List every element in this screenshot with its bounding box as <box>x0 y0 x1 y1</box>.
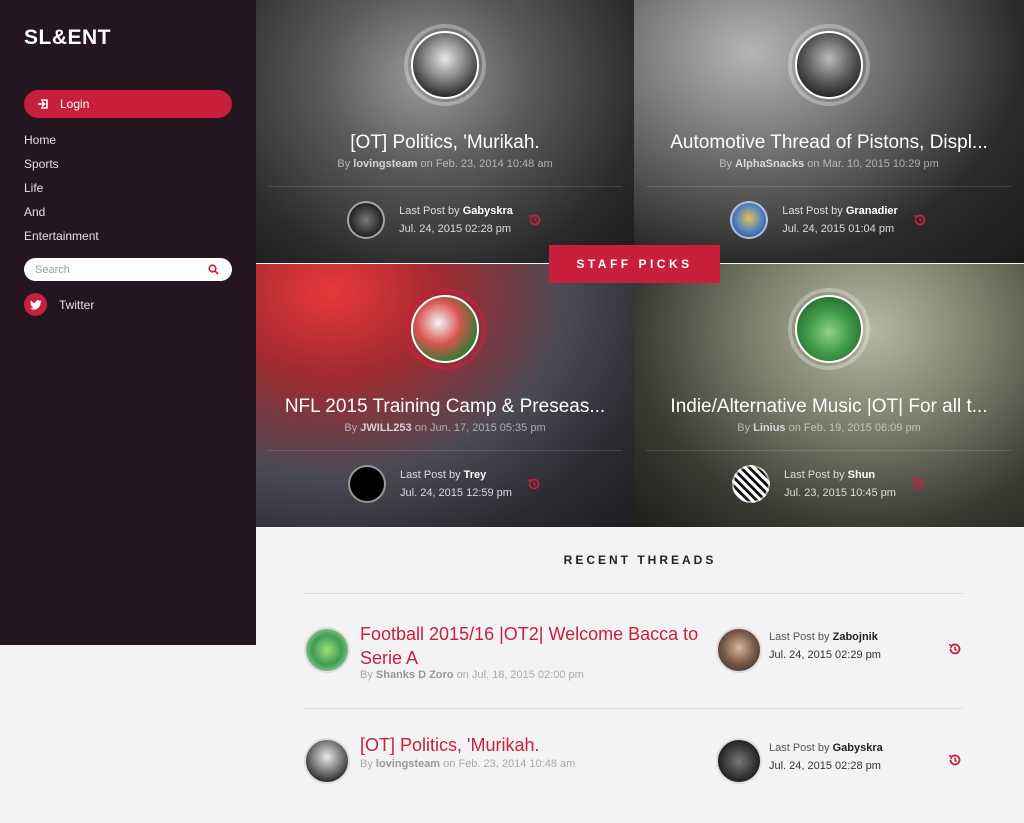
history-icon[interactable] <box>912 212 928 228</box>
thread-author[interactable]: JWILL253 <box>360 422 411 434</box>
thread-byline: By lovingsteam on Feb. 23, 2014 10:48 am <box>360 758 576 770</box>
thread-avatar <box>788 288 870 370</box>
thread-title[interactable]: [OT] Politics, 'Murikah. <box>256 132 634 154</box>
thread-date: Feb. 19, 2015 06:09 pm <box>803 422 921 434</box>
main-nav: Home Sports Life And Entertainment <box>24 132 99 252</box>
last-post-info: Last Post by Zabojnik Jul. 24, 2015 02:2… <box>769 628 881 664</box>
divider <box>646 186 1012 187</box>
last-post-user[interactable]: Shun <box>848 469 876 481</box>
thread-author[interactable]: Shanks D Zoro <box>376 669 454 681</box>
last-post-avatar[interactable] <box>347 201 386 239</box>
history-icon[interactable] <box>527 212 543 228</box>
last-post-user[interactable]: Granadier <box>846 205 898 217</box>
thread-avatar <box>788 24 870 106</box>
last-post-date: Jul. 23, 2015 10:45 pm <box>784 487 896 499</box>
staff-pick-card[interactable]: [OT] Politics, 'Murikah. By lovingsteam … <box>256 0 634 263</box>
nav-item-life[interactable]: Life <box>24 180 99 204</box>
thread-avatar[interactable] <box>304 738 350 784</box>
divider <box>304 593 963 594</box>
last-post-user[interactable]: Trey <box>464 469 487 481</box>
thread-byline: By JWILL253 on Jun. 17, 2015 05:35 pm <box>344 422 546 434</box>
thread-title[interactable]: Football 2015/16 |OT2| Welcome Bacca to … <box>360 622 710 670</box>
login-label: Login <box>60 97 90 111</box>
last-post-user[interactable]: Gabyskra <box>463 205 513 217</box>
thread-date: Feb. 23, 2014 10:48 am <box>458 758 576 770</box>
thread-date: Jun. 17, 2015 05:35 pm <box>430 422 546 434</box>
thread-byline: By Linius on Feb. 19, 2015 06:09 pm <box>737 422 921 434</box>
history-icon[interactable] <box>526 476 542 492</box>
search-box <box>24 258 232 281</box>
thread-author[interactable]: lovingsteam <box>353 158 417 170</box>
staff-pick-card[interactable]: Automotive Thread of Pistons, Displ... B… <box>634 0 1024 263</box>
last-post-info: Last Post by Granadier Jul. 24, 2015 01:… <box>782 202 898 238</box>
last-post-user[interactable]: Gabyskra <box>833 742 883 754</box>
sidebar: SL&ENT Login Home Sports Life And Entert… <box>0 0 256 645</box>
last-post-info: Last Post by Trey Jul. 24, 2015 12:59 pm <box>400 466 512 502</box>
last-post-date: Jul. 24, 2015 02:29 pm <box>769 649 881 661</box>
thread-author[interactable]: lovingsteam <box>376 758 440 770</box>
site-logo[interactable]: SL&ENT <box>24 26 111 50</box>
thread-date: Jul. 18, 2015 02:00 pm <box>471 669 584 681</box>
divider <box>268 186 622 187</box>
last-post-info: Last Post by Shun Jul. 23, 2015 10:45 pm <box>784 466 896 502</box>
divider <box>304 708 963 709</box>
last-post-avatar[interactable] <box>348 465 387 503</box>
thread-avatar <box>404 24 486 106</box>
nav-item-home[interactable]: Home <box>24 132 99 156</box>
thread-avatar <box>404 288 486 370</box>
history-icon[interactable] <box>910 476 926 492</box>
thread-byline: By Shanks D Zoro on Jul. 18, 2015 02:00 … <box>360 669 584 681</box>
last-post-user[interactable]: Zabojnik <box>833 631 878 643</box>
nav-item-and[interactable]: And <box>24 204 99 228</box>
thread-row: [OT] Politics, 'Murikah. By lovingsteam … <box>304 733 963 823</box>
twitter-link[interactable]: Twitter <box>24 293 94 316</box>
last-post-avatar[interactable] <box>716 627 762 673</box>
thread-row: Football 2015/16 |OT2| Welcome Bacca to … <box>304 622 963 712</box>
last-post: Last Post by Shun Jul. 23, 2015 10:45 pm <box>634 464 1024 504</box>
divider <box>646 450 1012 451</box>
thread-date: Feb. 23, 2014 10:48 am <box>435 158 553 170</box>
sign-in-icon <box>36 97 50 111</box>
last-post-avatar[interactable] <box>732 465 771 503</box>
staff-pick-card[interactable]: NFL 2015 Training Camp & Preseas... By J… <box>256 264 634 527</box>
staff-picks-label: STAFF PICKS <box>549 245 720 283</box>
thread-author[interactable]: AlphaSnacks <box>735 158 804 170</box>
thread-title[interactable]: [OT] Politics, 'Murikah. <box>360 733 710 757</box>
last-post-info: Last Post by Gabyskra Jul. 24, 2015 02:2… <box>399 202 513 238</box>
search-input[interactable] <box>33 262 202 277</box>
last-post-date: Jul. 24, 2015 01:04 pm <box>782 223 895 235</box>
twitter-label: Twitter <box>59 297 95 312</box>
last-post-date: Jul. 24, 2015 02:28 pm <box>769 760 881 772</box>
last-post-info: Last Post by Gabyskra Jul. 24, 2015 02:2… <box>769 739 883 775</box>
last-post-avatar[interactable] <box>730 201 769 239</box>
twitter-icon <box>24 293 47 316</box>
last-post: Last Post by Trey Jul. 24, 2015 12:59 pm <box>256 464 634 504</box>
thread-title[interactable]: NFL 2015 Training Camp & Preseas... <box>256 396 634 418</box>
last-post: Last Post by Gabyskra Jul. 24, 2015 02:2… <box>256 200 634 240</box>
history-icon[interactable] <box>947 641 963 657</box>
last-post-date: Jul. 24, 2015 02:28 pm <box>399 223 512 235</box>
thread-byline: By lovingsteam on Feb. 23, 2014 10:48 am <box>337 158 553 170</box>
thread-title[interactable]: Automotive Thread of Pistons, Displ... <box>634 132 1024 154</box>
nav-item-entertainment[interactable]: Entertainment <box>24 228 99 252</box>
thread-date: Mar. 10, 2015 10:29 pm <box>822 158 939 170</box>
login-button[interactable]: Login <box>24 90 232 118</box>
thread-author[interactable]: Linius <box>753 422 785 434</box>
recent-threads-heading: RECENT THREADS <box>563 553 717 567</box>
last-post-avatar[interactable] <box>716 738 762 784</box>
search-icon[interactable] <box>206 263 220 277</box>
thread-avatar[interactable] <box>304 627 350 673</box>
thread-byline: By AlphaSnacks on Mar. 10, 2015 10:29 pm <box>719 158 939 170</box>
thread-title[interactable]: Indie/Alternative Music |OT| For all t..… <box>634 396 1024 418</box>
last-post-date: Jul. 24, 2015 12:59 pm <box>400 487 512 499</box>
divider <box>268 450 622 451</box>
nav-item-sports[interactable]: Sports <box>24 156 99 180</box>
history-icon[interactable] <box>947 752 963 768</box>
staff-pick-card[interactable]: Indie/Alternative Music |OT| For all t..… <box>634 264 1024 527</box>
last-post: Last Post by Granadier Jul. 24, 2015 01:… <box>634 200 1024 240</box>
